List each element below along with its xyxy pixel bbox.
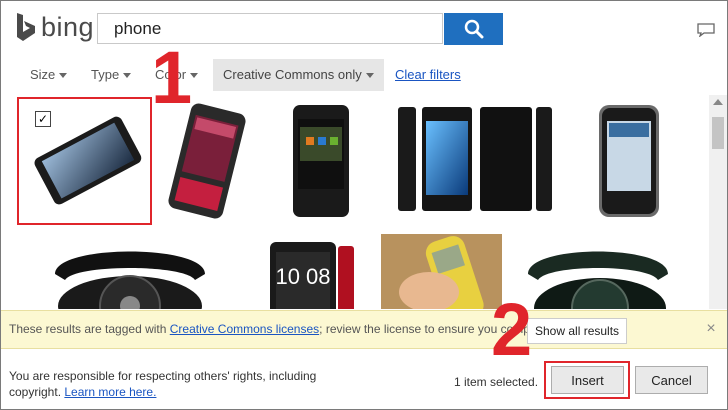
search-button[interactable] — [444, 13, 503, 45]
license-notice-text: These results are tagged with Creative C… — [9, 322, 533, 336]
scroll-thumb[interactable] — [712, 117, 724, 149]
bing-logo-text: bing — [41, 11, 95, 42]
phone-htc-red-image: 10 08 — [270, 242, 354, 309]
bing-logo: bing — [15, 11, 94, 43]
speech-bubble-icon[interactable] — [697, 23, 715, 37]
result-phone-boost-mobile[interactable] — [260, 97, 382, 225]
cancel-button[interactable]: Cancel — [635, 366, 708, 394]
results-scrollbar[interactable] — [709, 95, 727, 309]
clear-filters-link[interactable]: Clear filters — [395, 59, 461, 91]
svg-text:10 08: 10 08 — [275, 264, 330, 289]
type-filter[interactable]: Type — [91, 59, 132, 91]
search-input[interactable] — [98, 14, 442, 43]
nokia-phone-hand-image — [381, 234, 502, 309]
type-filter-label: Type — [91, 67, 120, 82]
step-1-annotation: 1 — [151, 36, 193, 119]
license-notice-bar: These results are tagged with Creative C… — [1, 310, 727, 349]
result-rotary-phone-green[interactable] — [508, 234, 693, 309]
caret-down-icon — [59, 73, 68, 79]
phone-zte-silver-image — [599, 105, 659, 217]
insert-button[interactable]: Insert — [551, 366, 624, 394]
license-filter[interactable]: Creative Commons only — [213, 59, 384, 91]
filter-bar: Size Type Color Creative Commons only Cl… — [1, 59, 727, 91]
selected-count: 1 item selected. — [454, 375, 539, 389]
creative-commons-link[interactable]: Creative Commons licenses — [170, 322, 319, 336]
result-rotary-phone-black[interactable] — [25, 234, 234, 309]
selected-checkbox[interactable]: ✓ — [35, 111, 51, 127]
rotary-phone-green-image — [528, 251, 668, 309]
caret-down-icon — [123, 73, 132, 79]
rotary-phone-black-image — [55, 251, 205, 309]
result-phone-zte-silver[interactable] — [567, 97, 691, 225]
rights-notice-copyright: copyright. — [9, 385, 62, 399]
result-phone-htc-red[interactable]: 10 08 — [240, 234, 375, 309]
phone-boost-mobile-image — [293, 105, 349, 217]
rights-notice: You are responsible for respecting other… — [9, 368, 316, 400]
search-icon — [464, 19, 483, 39]
license-text-before: These results are tagged with — [9, 322, 170, 336]
size-filter[interactable]: Size — [30, 59, 68, 91]
step-2-annotation: 2 — [491, 288, 533, 371]
size-filter-label: Size — [30, 67, 56, 82]
bing-logo-icon — [17, 13, 35, 41]
result-nokia-phone-hand[interactable] — [381, 234, 502, 309]
license-filter-label: Creative Commons only — [223, 67, 362, 82]
result-phone-sony-xperia[interactable] — [388, 97, 561, 225]
close-icon[interactable]: × — [703, 320, 719, 338]
rights-notice-line1: You are responsible for respecting other… — [9, 369, 317, 383]
phone-sony-xperia-image — [398, 107, 552, 211]
learn-more-link[interactable]: Learn more here. — [64, 385, 156, 399]
search-box[interactable] — [97, 13, 443, 44]
caret-down-icon — [365, 73, 374, 79]
rights-notice-line2: copyright. Learn more here. — [9, 384, 316, 400]
scroll-up-arrow-icon[interactable] — [713, 99, 723, 105]
show-all-results-button[interactable]: Show all results — [527, 318, 628, 344]
insert-pictures-dialog: bing Size Type Color Creative Commons on… — [0, 0, 728, 410]
